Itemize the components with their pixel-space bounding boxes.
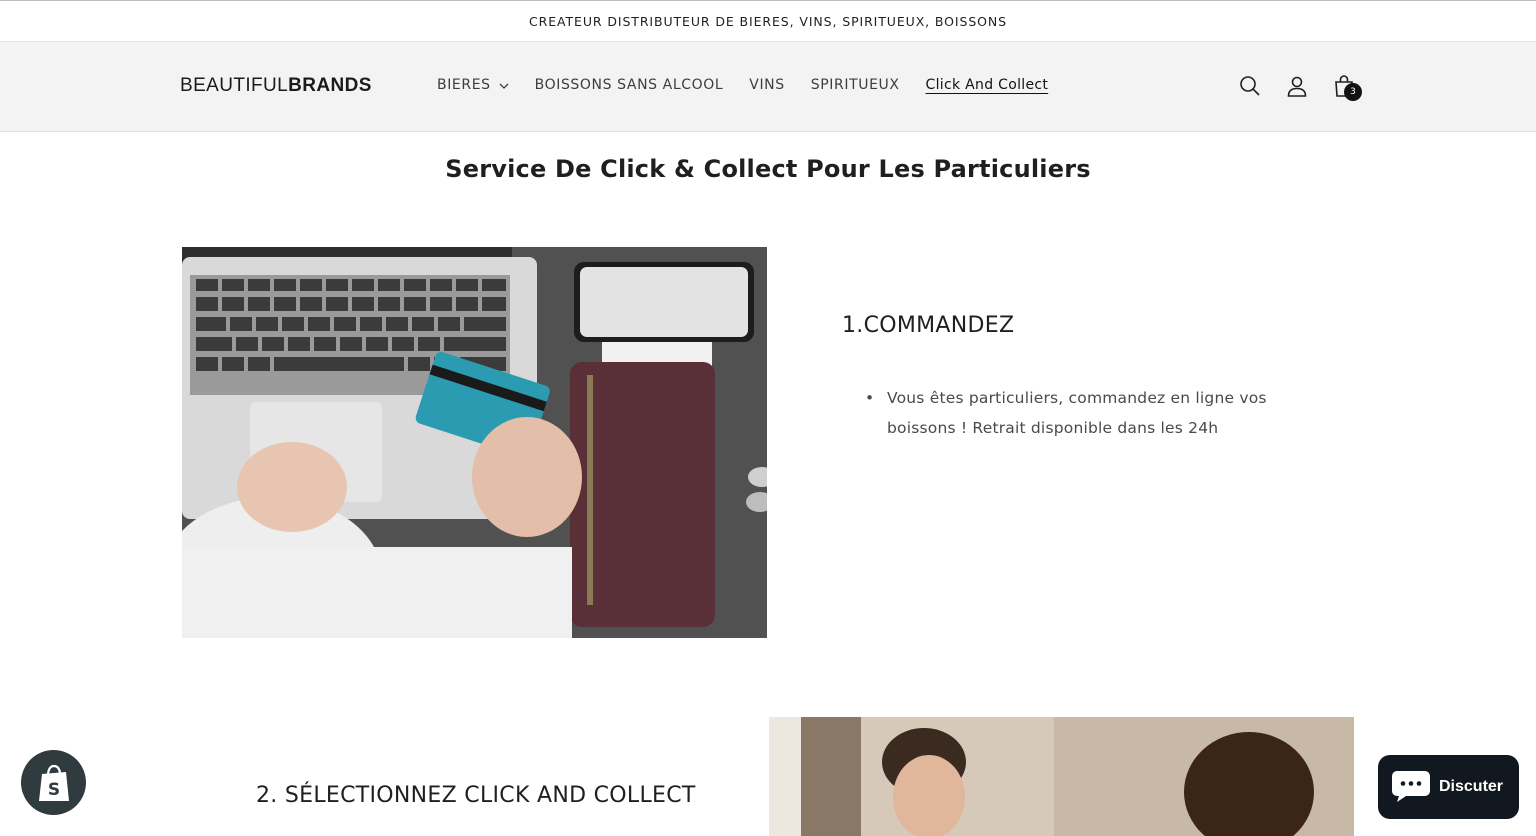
bullet-dot-icon: • — [865, 389, 875, 407]
photo-people-store — [769, 717, 1354, 836]
chat-button[interactable]: Discuter — [1378, 755, 1519, 819]
nav-label-vins: VINS — [749, 77, 785, 93]
brand-logo[interactable]: BEAUTIFULBRANDS — [180, 75, 372, 97]
chat-button-label: Discuter — [1439, 778, 1504, 795]
step1-bullet-list: • Vous êtes particuliers, commandez en li… — [864, 383, 1284, 443]
main-nav: BIERES BOISSONS SANS ALCOOL VINS SPIRITU… — [437, 77, 1074, 93]
step1-title: 1.COMMANDEZ — [842, 313, 1015, 338]
nav-item-bieres[interactable]: BIERES — [437, 77, 509, 93]
nav-label-bieres: BIERES — [437, 77, 491, 93]
nav-label-boissons: BOISSONS SANS ALCOOL — [534, 77, 724, 93]
nav-item-click-and-collect[interactable]: Click And Collect — [926, 77, 1049, 93]
step1-bullet-text: Vous êtes particuliers, commandez en lig… — [887, 389, 1267, 437]
shopify-badge[interactable]: S — [21, 750, 86, 815]
cart-count-badge: 3 — [1344, 83, 1362, 101]
announcement-bar: CREATEUR DISTRIBUTEUR DE BIERES, VINS, S… — [0, 0, 1536, 42]
chevron-down-icon — [499, 77, 509, 93]
logo-text-light: BEAUTIFUL — [180, 75, 289, 96]
photo-laptop-payment — [182, 247, 767, 638]
svg-text:S: S — [48, 780, 60, 800]
nav-label-click-and-collect: Click And Collect — [925, 77, 1049, 93]
nav-label-spiritueux: SPIRITUEUX — [810, 77, 900, 93]
search-icon[interactable] — [1238, 74, 1262, 98]
account-icon[interactable] — [1285, 74, 1309, 98]
nav-item-boissons-sans-alcool[interactable]: BOISSONS SANS ALCOOL — [535, 77, 724, 93]
nav-item-vins[interactable]: VINS — [749, 77, 784, 93]
step1-bullet: • Vous êtes particuliers, commandez en li… — [864, 383, 1284, 443]
step2-title: 2. SÉLECTIONNEZ CLICK AND COLLECT — [256, 783, 696, 808]
page-title: Service De Click & Collect Pour Les Part… — [445, 155, 1091, 183]
announcement-text: CREATEUR DISTRIBUTEUR DE BIERES, VINS, S… — [529, 13, 1007, 29]
site-header: BEAUTIFULBRANDS BIERES BOISSONS SANS ALC… — [0, 42, 1536, 132]
chat-bubble-icon — [1391, 768, 1431, 806]
logo-text-bold: BRANDS — [288, 75, 372, 96]
shopify-bag-icon: S — [35, 763, 73, 807]
nav-item-spiritueux[interactable]: SPIRITUEUX — [811, 77, 900, 93]
